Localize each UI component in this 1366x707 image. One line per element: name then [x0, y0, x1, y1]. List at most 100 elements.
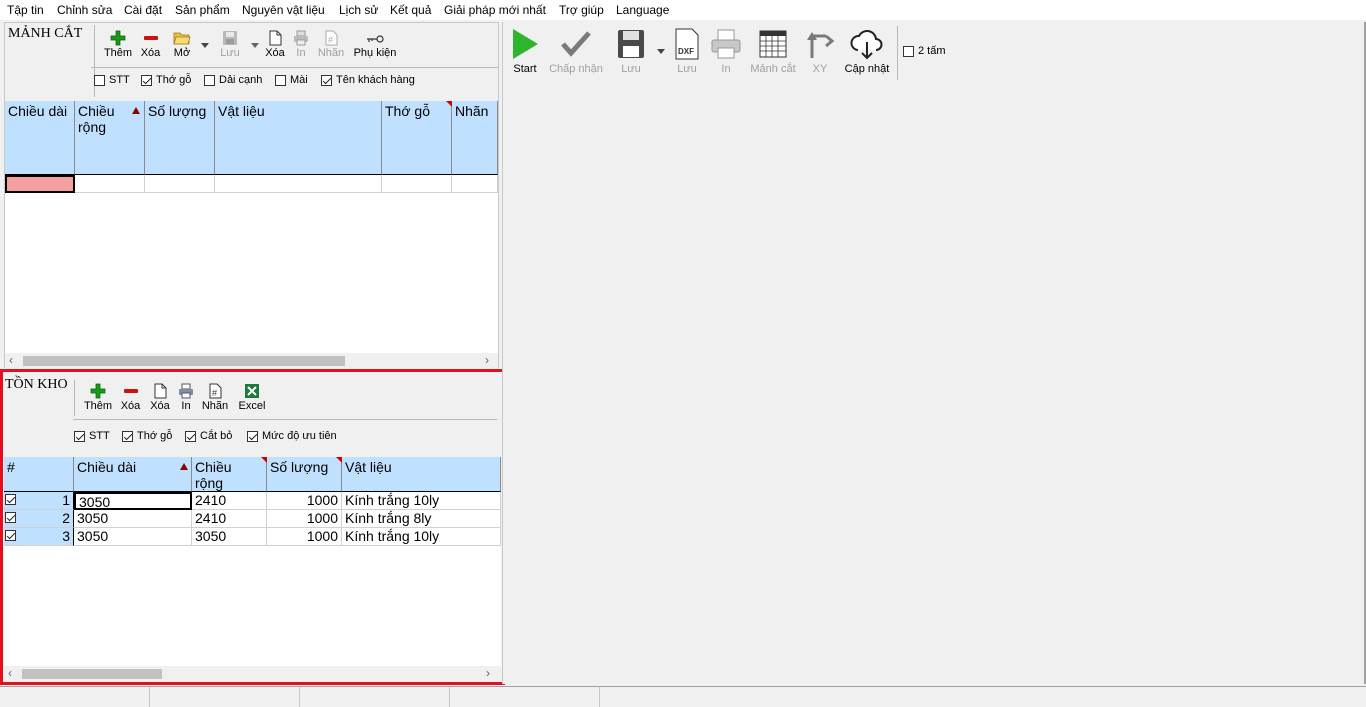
scroll-left-icon[interactable]: ‹	[8, 666, 12, 680]
stock-option-wood-grain[interactable]: Thớ gỗ	[122, 430, 172, 442]
update-button[interactable]: Cập nhật	[843, 28, 891, 75]
col-material[interactable]: Vật liệu	[342, 457, 501, 492]
menu-latest-solution[interactable]: Giải pháp mới nhất	[444, 3, 546, 17]
stock-horizontal-scrollbar[interactable]: ‹ ›	[4, 666, 501, 681]
checkbox[interactable]	[94, 74, 105, 86]
print-result-button[interactable]: In	[710, 28, 742, 75]
start-button[interactable]: Start	[509, 28, 541, 75]
col-wood-grain[interactable]: Thớ gỗ	[382, 101, 452, 175]
menu-materials[interactable]: Nguyên vật liệu	[242, 3, 325, 17]
delete-piece-button[interactable]: Xóa	[138, 29, 163, 59]
col-row-number[interactable]: #	[4, 457, 74, 492]
checkbox[interactable]	[141, 74, 152, 86]
print-stock-button[interactable]: In	[178, 382, 194, 412]
col-width[interactable]: Chiều rộng	[192, 457, 267, 492]
col-length[interactable]: Chiều dài	[74, 457, 192, 492]
minus-icon	[123, 389, 138, 393]
col-length[interactable]: Chiều dài	[5, 101, 75, 175]
accessories-button[interactable]: Phụ kiện	[353, 29, 397, 59]
row-checkbox[interactable]	[5, 530, 16, 541]
width-cell[interactable]: 3050	[192, 528, 267, 546]
menu-edit[interactable]: Chỉnh sửa	[57, 3, 112, 17]
width-cell[interactable]: 2410	[192, 492, 267, 510]
open-button[interactable]: Mở	[169, 29, 195, 59]
option-grinding[interactable]: Mài	[275, 74, 308, 86]
menu-file[interactable]: Tập tin	[7, 3, 44, 17]
scroll-right-icon[interactable]: ›	[486, 666, 490, 680]
checkbox[interactable]	[74, 430, 85, 442]
print-pieces-button[interactable]: In	[293, 29, 309, 59]
menu-history[interactable]: Lịch sử	[339, 3, 378, 17]
stock-option-trim[interactable]: Cắt bỏ	[185, 430, 232, 442]
row-number-cell[interactable]: 1	[4, 492, 74, 510]
pieces-horizontal-scrollbar[interactable]: ‹ ›	[5, 353, 498, 368]
menu-language[interactable]: Language	[616, 3, 669, 17]
checkbox[interactable]	[321, 74, 332, 86]
scrollbar-thumb[interactable]	[22, 669, 162, 679]
material-cell[interactable]: Kính trắng 10ly	[342, 492, 501, 510]
menu-settings[interactable]: Cài đặt	[124, 3, 162, 17]
save-dropdown-arrow-icon[interactable]	[251, 43, 259, 49]
material-cell[interactable]: Kính trắng 8ly	[342, 510, 501, 528]
checkbox[interactable]	[185, 430, 196, 442]
option-edge-band[interactable]: Dải cạnh	[204, 74, 262, 86]
quantity-cell[interactable]: 1000	[267, 528, 342, 546]
new-row-cell[interactable]	[382, 175, 452, 193]
delete-stock-button[interactable]: Xóa	[118, 382, 143, 412]
two-sheets-option[interactable]: 2 tấm	[903, 45, 946, 57]
material-cell[interactable]: Kính trắng 10ly	[342, 528, 501, 546]
row-number-cell[interactable]: 2	[4, 510, 74, 528]
checkbox[interactable]	[122, 430, 133, 442]
save-dxf-button[interactable]: DXF Lưu	[673, 28, 701, 75]
new-row-cell-selected[interactable]	[5, 175, 75, 193]
col-quantity[interactable]: Số lượng	[145, 101, 215, 175]
accept-button[interactable]: Chấp nhận	[549, 28, 603, 75]
stock-option-stt[interactable]: STT	[74, 430, 110, 442]
label-pieces-button[interactable]: # Nhãn	[317, 29, 345, 59]
checkbox[interactable]	[204, 74, 215, 86]
excel-button[interactable]: Excel	[235, 382, 269, 412]
quantity-cell[interactable]: 1000	[267, 510, 342, 528]
menu-help[interactable]: Trợ giúp	[559, 3, 604, 17]
scroll-right-icon[interactable]: ›	[485, 353, 489, 367]
save-dropdown-arrow-icon[interactable]	[657, 49, 665, 55]
save-result-button[interactable]: Lưu	[616, 28, 646, 75]
length-cell[interactable]: 3050	[74, 528, 192, 546]
new-row-cell[interactable]	[145, 175, 215, 193]
col-material[interactable]: Vật liệu	[215, 101, 382, 175]
checkbox[interactable]	[903, 45, 914, 57]
width-cell[interactable]: 2410	[192, 510, 267, 528]
menu-products[interactable]: Sản phẩm	[175, 3, 230, 17]
row-checkbox[interactable]	[5, 494, 16, 505]
scroll-left-icon[interactable]: ‹	[9, 353, 13, 367]
row-checkbox[interactable]	[5, 512, 16, 523]
option-stt[interactable]: STT	[94, 74, 130, 86]
clear-pieces-button[interactable]: Xóa	[264, 29, 286, 59]
add-piece-button[interactable]: Thêm	[103, 29, 133, 59]
col-quantity[interactable]: Số lượng	[267, 457, 342, 492]
label-stock-button[interactable]: # Nhãn	[201, 382, 229, 412]
quantity-cell[interactable]: 1000	[267, 492, 342, 510]
pieces-result-button[interactable]: Mảnh cắt	[748, 28, 798, 75]
new-row-cell[interactable]	[452, 175, 498, 193]
printer-icon	[294, 30, 308, 46]
open-dropdown-arrow-icon[interactable]	[201, 43, 209, 49]
sort-ascending-icon	[132, 107, 140, 114]
checkbox[interactable]	[247, 430, 258, 442]
save-pieces-button[interactable]: Lưu	[217, 29, 243, 59]
scrollbar-thumb[interactable]	[23, 356, 345, 366]
xy-button[interactable]: XY	[803, 28, 837, 75]
col-label[interactable]: Nhãn	[452, 101, 498, 175]
add-stock-button[interactable]: Thêm	[83, 382, 113, 412]
new-row-cell[interactable]	[215, 175, 382, 193]
stock-option-priority[interactable]: Mức độ ưu tiên	[247, 430, 337, 442]
new-row-cell[interactable]	[75, 175, 145, 193]
length-cell[interactable]: 3050	[74, 510, 192, 528]
row-number-cell[interactable]: 3	[4, 528, 74, 546]
option-customer-name[interactable]: Tên khách hàng	[321, 74, 415, 86]
checkbox[interactable]	[275, 74, 286, 86]
option-wood-grain[interactable]: Thớ gỗ	[141, 74, 191, 86]
menu-results[interactable]: Kết quả	[390, 3, 431, 17]
length-cell-selected[interactable]: 3050	[74, 492, 192, 510]
clear-stock-button[interactable]: Xóa	[148, 382, 172, 412]
